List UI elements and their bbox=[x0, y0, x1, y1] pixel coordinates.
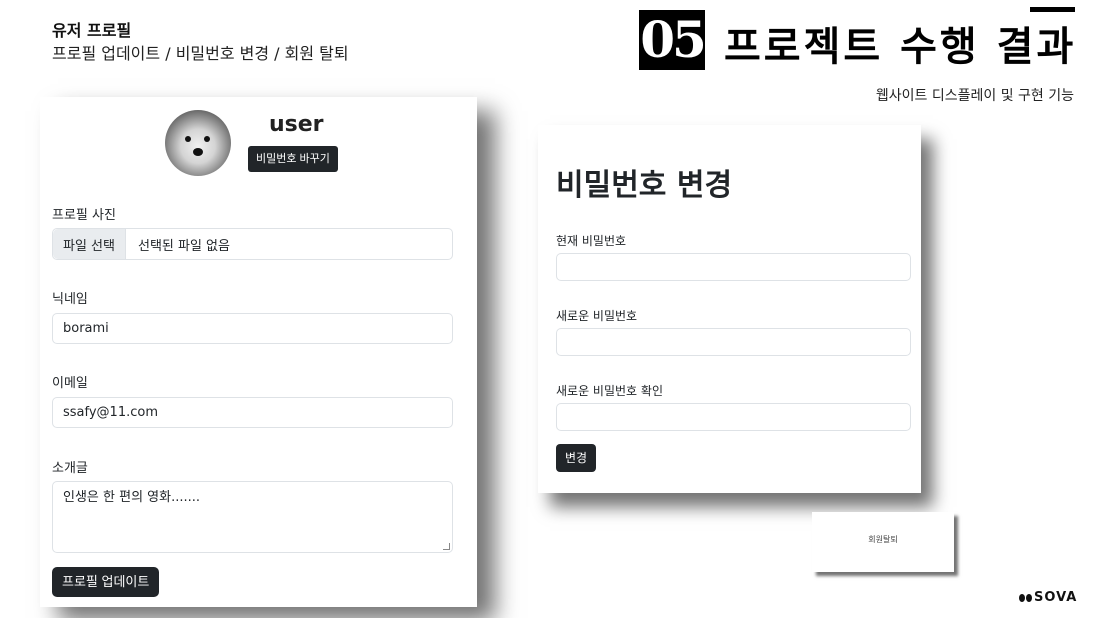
bio-text: 인생은 한 편의 영화....... bbox=[63, 490, 201, 505]
section-title: 프로젝트 수행 결과 bbox=[724, 23, 1077, 70]
username: user bbox=[269, 112, 324, 137]
slide-subtitle: 프로필 업데이트 / 비밀번호 변경 / 회원 탈퇴 bbox=[52, 44, 349, 63]
change-password-button[interactable]: 비밀번호 바꾸기 bbox=[248, 146, 338, 172]
sova-logo: SOVA bbox=[1019, 590, 1077, 605]
new-password-label: 새로운 비밀번호 bbox=[556, 309, 638, 323]
section-subtitle: 웹사이트 디스플레이 및 구현 기능 bbox=[875, 88, 1074, 104]
avatar-eye bbox=[185, 136, 191, 142]
email-label: 이메일 bbox=[52, 376, 88, 391]
password-change-card: 비밀번호 변경 현재 비밀번호 새로운 비밀번호 새로운 비밀번호 확인 변경 bbox=[538, 125, 921, 493]
owl-eyes-icon bbox=[1019, 593, 1032, 603]
slide-title: 유저 프로필 bbox=[52, 21, 132, 40]
avatar bbox=[165, 110, 231, 176]
change-password-submit-button[interactable]: 변경 bbox=[556, 444, 597, 472]
section-accent-bar bbox=[1030, 7, 1075, 12]
resize-handle-icon[interactable] bbox=[443, 543, 450, 550]
withdraw-card: 회원탈퇴 bbox=[812, 512, 954, 572]
nickname-label: 닉네임 bbox=[52, 292, 88, 307]
password-form-title: 비밀번호 변경 bbox=[556, 168, 733, 203]
bio-textarea[interactable]: 인생은 한 편의 영화....... bbox=[52, 481, 453, 553]
avatar-eye bbox=[204, 136, 210, 142]
profile-card: user 비밀번호 바꾸기 프로필 사진 파일 선택 선택된 파일 없음 닉네임… bbox=[40, 97, 477, 607]
file-status: 선택된 파일 없음 bbox=[137, 238, 230, 254]
confirm-password-field[interactable] bbox=[556, 403, 911, 431]
current-password-field[interactable] bbox=[556, 253, 911, 281]
nickname-field[interactable]: borami bbox=[52, 313, 453, 344]
new-password-field[interactable] bbox=[556, 328, 911, 356]
photo-label: 프로필 사진 bbox=[52, 208, 116, 223]
withdraw-link[interactable]: 회원탈퇴 bbox=[812, 534, 954, 545]
current-password-label: 현재 비밀번호 bbox=[556, 234, 627, 248]
email-field[interactable]: ssafy@11.com bbox=[52, 397, 453, 428]
bio-label: 소개글 bbox=[52, 461, 88, 476]
file-select-button[interactable]: 파일 선택 bbox=[53, 229, 126, 259]
confirm-password-label: 새로운 비밀번호 확인 bbox=[556, 384, 663, 398]
section-number: 05 bbox=[639, 10, 707, 70]
logo-text: SOVA bbox=[1034, 590, 1078, 605]
avatar-nose bbox=[193, 148, 203, 156]
update-profile-button[interactable]: 프로필 업데이트 bbox=[52, 567, 160, 597]
profile-photo-input[interactable]: 파일 선택 선택된 파일 없음 bbox=[52, 228, 453, 260]
